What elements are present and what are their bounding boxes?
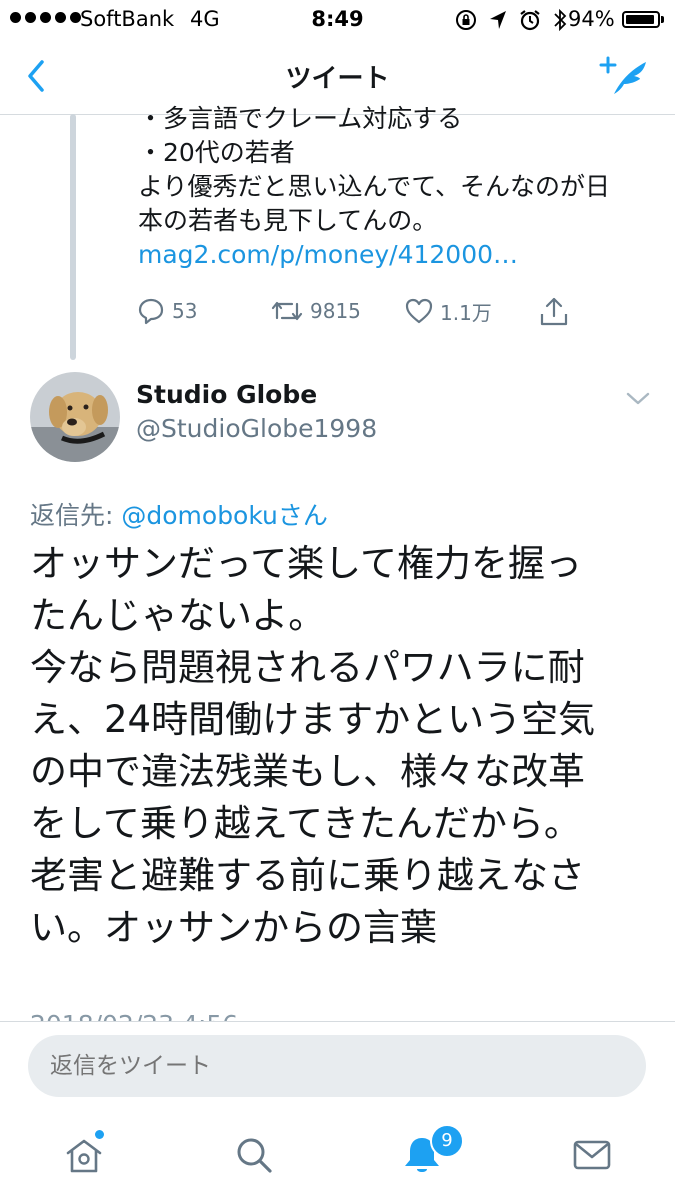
previous-tweet-line: 本の若者も見下してんの。 xyxy=(138,206,438,235)
location-icon xyxy=(490,11,506,29)
tweet-body-line: え、24時間働けますかという空気 xyxy=(30,698,596,741)
chevron-down-icon xyxy=(626,392,650,405)
previous-tweet-link[interactable]: mag2.com/p/money/412000… xyxy=(138,238,658,272)
reply-icon xyxy=(138,298,164,325)
user-handle[interactable]: @StudioGlobe1998 xyxy=(136,414,377,443)
battery-percentage: 94% xyxy=(568,7,615,31)
reply-count: 53 xyxy=(172,299,198,323)
share-action-button[interactable] xyxy=(538,296,570,328)
avatar[interactable] xyxy=(30,372,120,462)
heart-icon xyxy=(405,298,433,324)
tweet-body-line: オッサンだって楽して権力を握っ xyxy=(30,542,583,585)
tweet-body-line: 今なら問題視されるパワハラに耐 xyxy=(30,646,585,689)
page-title: ツイート xyxy=(285,64,390,94)
battery-icon xyxy=(622,11,660,28)
dog-avatar-image xyxy=(30,372,120,462)
previous-tweet-line: より優秀だと思い込んでて、そんなのが日 xyxy=(138,172,611,201)
previous-tweet-line: ・20代の若者 xyxy=(138,138,295,167)
battery-tip xyxy=(661,16,664,23)
orientation-lock-icon xyxy=(456,10,476,30)
retweet-count: 9815 xyxy=(310,299,361,323)
home-icon xyxy=(66,1139,102,1173)
tweet-body-line: たんじゃないよ。 xyxy=(30,594,326,637)
like-action-button[interactable]: 1.1万 xyxy=(404,296,492,326)
share-icon xyxy=(540,297,568,326)
reply-to-user-link[interactable]: @domobokuさん xyxy=(121,501,328,530)
alarm-icon xyxy=(520,10,540,31)
retweet-icon xyxy=(271,301,303,321)
mail-icon xyxy=(573,1140,611,1170)
previous-tweet-line: ・多言語でクレーム対応する xyxy=(138,104,463,133)
compose-tweet-icon xyxy=(599,56,646,94)
tab-home[interactable] xyxy=(62,1133,106,1177)
notification-count-badge: 9 xyxy=(430,1124,464,1158)
bluetooth-icon xyxy=(554,8,567,32)
tweet-body: オッサンだって楽して権力を握っ たんじゃないよ。 今なら問題視されるパワハラに耐… xyxy=(30,538,650,954)
reply-action-button[interactable]: 53 xyxy=(136,296,197,326)
reply-to-line: 返信先: @domobokuさん xyxy=(30,496,328,532)
status-bar: SoftBank 4G 8:49 94% xyxy=(0,0,675,40)
compose-tweet-button[interactable] xyxy=(596,52,656,100)
tab-search[interactable] xyxy=(232,1133,276,1177)
tweet-body-line: 老害と避難する前に乗り越えなさ xyxy=(30,854,585,897)
reply-input[interactable] xyxy=(28,1035,646,1097)
thread-connector-line xyxy=(70,114,76,360)
search-icon xyxy=(237,1138,272,1173)
tweet-options-button[interactable] xyxy=(624,388,652,408)
retweet-action-button[interactable]: 9815 xyxy=(270,296,361,326)
battery-level-fill xyxy=(626,15,654,24)
tweet-body-line: をして乗り越えてきたんだから。 xyxy=(30,802,581,845)
tab-messages[interactable] xyxy=(570,1133,614,1177)
status-icons xyxy=(455,8,567,32)
tweet-body-line: の中で違法残業もし、様々な改革 xyxy=(30,750,585,793)
display-name[interactable]: Studio Globe xyxy=(136,380,317,409)
tweet-body-line: い。オッサンからの言葉 xyxy=(30,906,437,949)
reply-to-label: 返信先: xyxy=(30,501,122,530)
previous-tweet-text[interactable]: ・多言語でクレーム対応する ・20代の若者 より優秀だと思い込んでて、そんなのが… xyxy=(138,102,658,272)
like-count: 1.1万 xyxy=(440,300,492,325)
new-content-dot xyxy=(95,1130,104,1139)
